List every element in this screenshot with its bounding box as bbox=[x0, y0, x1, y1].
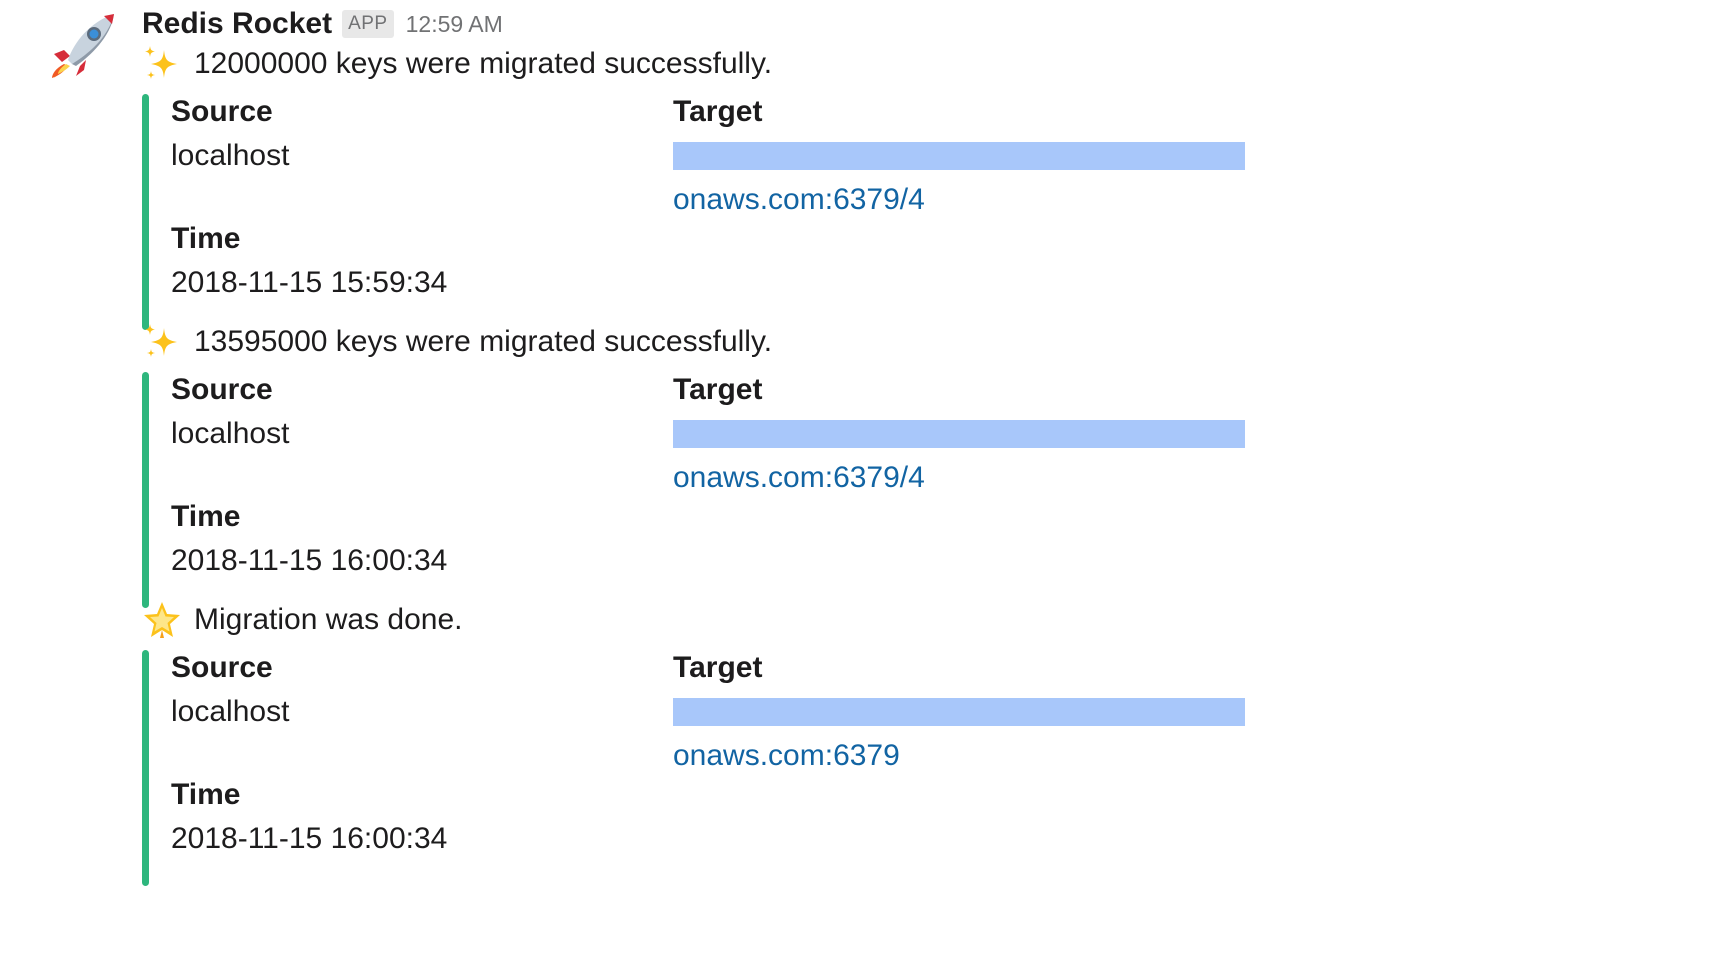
message-timestamp[interactable]: 12:59 AM bbox=[406, 11, 503, 38]
field-title: Time bbox=[171, 500, 241, 533]
time-field: Time 2018-11-15 15:59:34 bbox=[171, 217, 447, 305]
source-field: Source localhost bbox=[171, 368, 289, 456]
target-field: Target onaws.com:6379 bbox=[673, 646, 1245, 778]
target-link[interactable]: onaws.com:6379 bbox=[673, 734, 1245, 778]
field-value: 2018-11-15 15:59:34 bbox=[171, 266, 448, 299]
field-title: Source bbox=[171, 373, 273, 406]
time-field: Time 2018-11-15 16:00:34 bbox=[171, 495, 447, 583]
source-field: Source localhost bbox=[171, 646, 289, 734]
attachment: Source localhost Target onaws.com:6379 T… bbox=[142, 650, 1342, 886]
target-link[interactable]: onaws.com:6379/4 bbox=[673, 178, 1245, 222]
field-title: Target bbox=[673, 373, 763, 406]
sparkles-icon bbox=[145, 324, 177, 357]
redacted-host bbox=[673, 420, 1245, 448]
field-title: Time bbox=[171, 222, 241, 255]
target-field: Target onaws.com:6379/4 bbox=[673, 368, 1245, 500]
glowing-star-icon bbox=[144, 602, 180, 638]
message-line: 12000000 keys were migrated successfully… bbox=[142, 42, 772, 86]
field-value: 2018-11-15 16:00:34 bbox=[171, 544, 448, 577]
sparkles-icon bbox=[145, 46, 177, 79]
field-value: localhost bbox=[171, 695, 290, 728]
target-field: Target onaws.com:6379/4 bbox=[673, 90, 1245, 222]
field-title: Time bbox=[171, 778, 241, 811]
target-link[interactable]: onaws.com:6379/4 bbox=[673, 456, 1245, 500]
message-text: 12000000 keys were migrated successfully… bbox=[194, 47, 773, 80]
message-text: 13595000 keys were migrated successfully… bbox=[194, 325, 773, 358]
time-field: Time 2018-11-15 16:00:34 bbox=[171, 773, 447, 861]
message-header: Redis Rocket APP 12:59 AM bbox=[142, 4, 503, 44]
attachment-color-bar bbox=[142, 650, 149, 886]
field-title: Target bbox=[673, 95, 763, 128]
bot-avatar[interactable] bbox=[50, 8, 120, 80]
attachment: Source localhost Target onaws.com:6379/4… bbox=[142, 94, 1342, 330]
message-line: Migration was done. bbox=[142, 598, 462, 642]
attachment: Source localhost Target onaws.com:6379/4… bbox=[142, 372, 1342, 608]
field-value: 2018-11-15 16:00:34 bbox=[171, 822, 448, 855]
source-field: Source localhost bbox=[171, 90, 289, 178]
rocket-icon bbox=[52, 14, 114, 78]
field-title: Source bbox=[171, 651, 273, 684]
app-badge: APP bbox=[342, 10, 394, 38]
attachment-color-bar bbox=[142, 372, 149, 608]
sender-name[interactable]: Redis Rocket bbox=[142, 7, 332, 41]
field-value: localhost bbox=[171, 139, 290, 172]
field-value: localhost bbox=[171, 417, 290, 450]
message-text: Migration was done. bbox=[194, 603, 463, 636]
redacted-host bbox=[673, 142, 1245, 170]
message-line: 13595000 keys were migrated successfully… bbox=[142, 320, 772, 364]
attachment-color-bar bbox=[142, 94, 149, 330]
redacted-host bbox=[673, 698, 1245, 726]
field-title: Source bbox=[171, 95, 273, 128]
field-title: Target bbox=[673, 651, 763, 684]
